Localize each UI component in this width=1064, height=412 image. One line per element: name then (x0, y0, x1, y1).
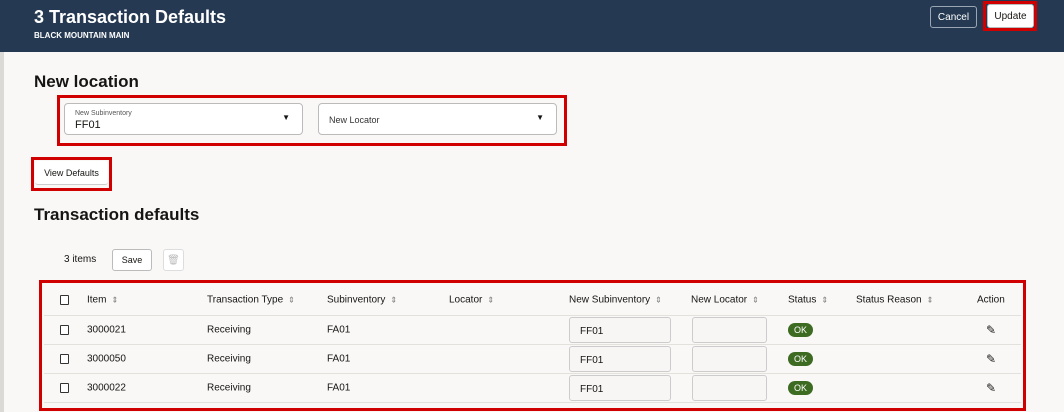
item-cell: 3000050 (87, 353, 126, 365)
new-locator-input[interactable] (692, 317, 767, 343)
field-placeholder: New Locator (329, 115, 380, 125)
sort-icon: ⇕ (288, 295, 295, 305)
view-defaults-button[interactable]: View Defaults (35, 161, 108, 185)
update-button[interactable]: Update (987, 4, 1034, 28)
transaction-type-cell: Receiving (207, 382, 251, 394)
page-header: 3 Transaction Defaults BLACK MOUNTAIN MA… (0, 0, 1064, 52)
sort-icon: ⇕ (390, 295, 398, 305)
table-row: 3000021 Receiving FA01 FF01 OK ✎ (44, 316, 1021, 345)
new-subinventory-input[interactable]: FF01 (569, 375, 671, 401)
col-status[interactable]: Status ⇕ (788, 295, 828, 306)
transaction-defaults-heading: Transaction defaults (34, 205, 200, 224)
status-badge: OK (788, 323, 814, 337)
table-header-row: Item ⇕ Transaction Type ⇕ Subinventory ⇕ Lo… (44, 285, 1021, 316)
new-subinventory-input[interactable]: FF01 (569, 317, 671, 343)
trash-icon[interactable]: 🗑 (163, 249, 184, 271)
new-locator-input[interactable] (692, 375, 767, 401)
new-locator-select[interactable]: New Locator ▼ (318, 103, 557, 135)
sort-icon: ⇕ (821, 295, 829, 305)
sort-icon: ⇕ (487, 295, 495, 305)
left-strip (0, 52, 4, 412)
item-cell: 3000022 (87, 382, 126, 394)
edit-pencil-icon[interactable]: ✎ (986, 352, 996, 366)
status-badge: OK (788, 352, 814, 366)
sort-icon: ⇕ (111, 295, 119, 305)
new-locator-input[interactable] (692, 346, 767, 372)
subinventory-cell: FA01 (327, 382, 351, 394)
col-locator[interactable]: Locator ⇕ (449, 295, 494, 306)
item-cell: 3000021 (87, 324, 126, 336)
row-checkbox[interactable] (60, 354, 69, 364)
caret-down-icon: ▼ (282, 113, 290, 122)
cancel-button[interactable]: Cancel (930, 6, 977, 28)
transaction-type-cell: Receiving (207, 324, 251, 336)
sort-icon: ⇕ (926, 295, 934, 305)
row-checkbox[interactable] (60, 383, 69, 393)
sort-icon: ⇕ (752, 295, 759, 305)
select-all-checkbox[interactable] (60, 295, 69, 305)
edit-pencil-icon[interactable]: ✎ (986, 381, 996, 395)
page-title: 3 Transaction Defaults (34, 7, 227, 27)
subinventory-cell: FA01 (327, 324, 351, 336)
save-button[interactable]: Save (112, 249, 152, 271)
new-subinventory-input[interactable]: FF01 (569, 346, 671, 372)
page-subtitle: BLACK MOUNTAIN MAIN (34, 31, 130, 40)
transaction-type-cell: Receiving (207, 353, 251, 365)
table-row: 3000050 Receiving FA01 FF01 OK ✎ (44, 345, 1021, 374)
item-count: 3 items (64, 254, 97, 265)
field-label: New Subinventory (75, 110, 132, 117)
col-new-subinventory[interactable]: New Subinventory ⇕ (569, 295, 662, 306)
sort-icon: ⇕ (655, 295, 662, 305)
subinventory-cell: FA01 (327, 353, 351, 365)
col-action: Action (977, 294, 1005, 306)
new-subinventory-select[interactable]: New Subinventory FF01 ▼ (64, 103, 303, 135)
status-badge: OK (788, 381, 814, 395)
caret-down-icon: ▼ (536, 113, 544, 122)
field-value: FF01 (75, 119, 101, 131)
col-status-reason[interactable]: Status Reason ⇕ (856, 295, 933, 306)
col-new-locator[interactable]: New Locator ⇕ (691, 295, 759, 306)
new-location-heading: New location (34, 72, 139, 91)
col-item[interactable]: Item ⇕ (87, 295, 118, 306)
row-checkbox[interactable] (60, 325, 69, 335)
table-row: 3000022 Receiving FA01 FF01 OK ✎ (44, 374, 1021, 403)
edit-pencil-icon[interactable]: ✎ (986, 323, 996, 337)
transaction-table: Item ⇕ Transaction Type ⇕ Subinventory ⇕ Lo… (44, 285, 1021, 403)
col-transaction-type[interactable]: Transaction Type ⇕ (207, 295, 295, 306)
col-subinventory[interactable]: Subinventory ⇕ (327, 295, 397, 306)
